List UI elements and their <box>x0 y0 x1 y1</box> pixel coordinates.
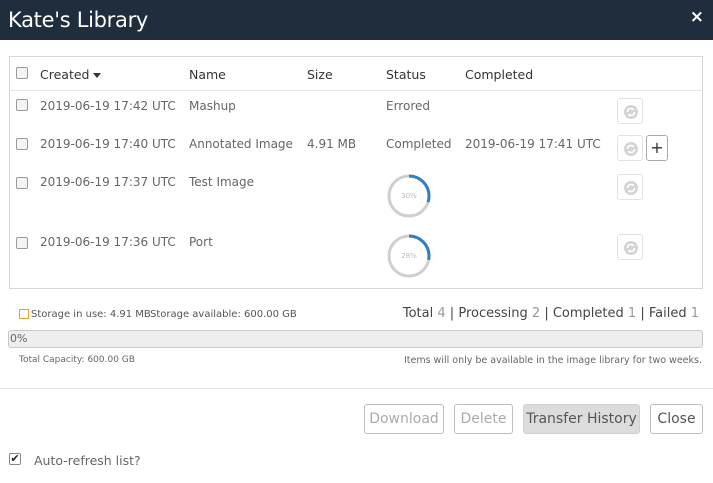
footer-divider <box>0 388 713 389</box>
auto-refresh-checkbox[interactable]: ✔ <box>9 453 21 465</box>
completed-count: 1 <box>627 306 637 321</box>
auto-refresh-label: Auto-refresh list? <box>34 453 141 468</box>
processing-label: Processing <box>458 306 528 321</box>
row-created: 2019-06-19 17:36 UTC <box>40 235 176 249</box>
row-checkbox[interactable] <box>16 138 28 150</box>
delete-button[interactable]: Delete <box>454 404 513 434</box>
retry-button[interactable] <box>617 135 643 161</box>
total-count: 4 <box>437 306 446 321</box>
column-header-status[interactable]: Status <box>386 67 426 82</box>
column-header-created[interactable]: Created <box>40 67 102 82</box>
progress-percent: 28% <box>401 252 417 260</box>
progress-ring: 30% <box>386 173 432 219</box>
column-header-created-label: Created <box>40 67 90 82</box>
retry-button[interactable] <box>617 98 643 124</box>
row-name: Mashup <box>189 99 236 113</box>
close-button[interactable]: Close <box>650 404 703 434</box>
completed-label: Completed <box>552 306 624 321</box>
retry-button[interactable] <box>617 174 643 200</box>
row-created: 2019-06-19 17:37 UTC <box>40 175 176 189</box>
total-label: Total <box>402 306 434 321</box>
failed-label: Failed <box>648 306 687 321</box>
dialog-titlebar: Kate's Library × <box>0 0 713 40</box>
failed-count: 1 <box>690 306 699 321</box>
select-all-checkbox[interactable] <box>16 67 28 79</box>
progress-ring: 28% <box>386 233 432 279</box>
storage-usage-percent: 0% <box>10 332 28 345</box>
row-checkbox[interactable] <box>16 237 28 249</box>
storage-in-use: Storage in use: 4.91 MB <box>31 309 151 320</box>
storage-usage-bar: 0% <box>8 330 703 348</box>
row-created: 2019-06-19 17:40 UTC <box>40 137 176 151</box>
storage-available: Storage available: 600.00 GB <box>150 309 297 320</box>
refresh-icon <box>624 105 638 119</box>
library-table: Created Name Size Status Completed 2019-… <box>9 56 703 289</box>
close-icon[interactable]: × <box>690 9 704 26</box>
column-header-name[interactable]: Name <box>189 67 226 82</box>
dialog-title: Kate's Library <box>8 8 149 32</box>
row-checkbox[interactable] <box>16 177 28 189</box>
row-checkbox[interactable] <box>16 99 28 111</box>
add-button[interactable]: + <box>646 135 668 161</box>
row-name: Annotated Image <box>189 137 293 151</box>
download-button[interactable]: Download <box>364 404 444 434</box>
row-created: 2019-06-19 17:42 UTC <box>40 99 176 113</box>
row-status: Completed <box>386 137 452 151</box>
storage-in-use-swatch <box>19 309 29 319</box>
separator: | <box>449 306 455 321</box>
sort-desc-icon <box>93 73 102 78</box>
separator: | <box>544 306 549 321</box>
refresh-icon <box>624 142 638 156</box>
row-completed: 2019-06-19 17:41 UTC <box>465 137 601 151</box>
row-name: Port <box>189 235 213 249</box>
retry-button[interactable] <box>617 234 643 260</box>
column-header-completed[interactable]: Completed <box>465 67 533 82</box>
separator: | <box>640 306 645 321</box>
row-name: Test Image <box>189 175 255 189</box>
retention-notice: Items will only be available in the imag… <box>403 355 702 366</box>
transfer-history-button[interactable]: Transfer History <box>523 404 640 434</box>
header-divider <box>10 90 702 91</box>
processing-count: 2 <box>531 306 541 321</box>
transfer-totals: Total 4 | Processing 2 | Completed 1 | F… <box>403 306 699 321</box>
refresh-icon <box>624 181 638 195</box>
row-size: 4.91 MB <box>307 137 357 151</box>
progress-percent: 30% <box>401 192 417 200</box>
refresh-icon <box>624 241 638 255</box>
column-header-size[interactable]: Size <box>307 67 333 82</box>
row-status: Errored <box>386 99 430 113</box>
total-capacity: Total Capacity: 600.00 GB <box>19 355 135 365</box>
